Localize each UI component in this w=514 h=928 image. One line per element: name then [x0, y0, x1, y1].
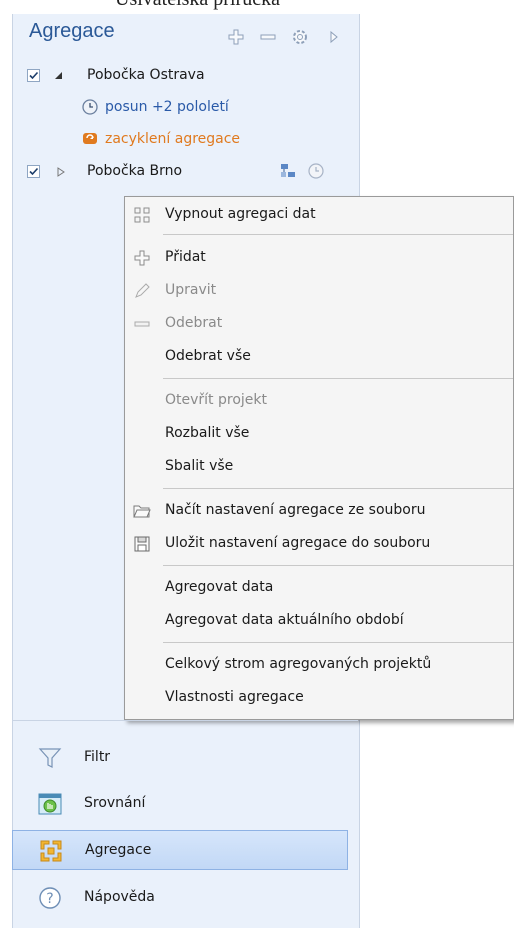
menu-item-agregovat-aktualni[interactable]: Agregovat data aktuálního období	[125, 607, 514, 635]
tree-item-label: posun +2 pololetí	[105, 99, 229, 115]
menu-item-odebrat[interactable]: Odebrat	[125, 310, 514, 338]
nav-item-label: Srovnání	[84, 795, 146, 811]
menu-item-label: Upravit	[165, 282, 217, 298]
panel-header: Agregace	[13, 14, 359, 58]
minus-icon	[133, 315, 151, 333]
menu-separator	[163, 642, 513, 643]
menu-item-otevrit-projekt[interactable]: Otevřít projekt	[125, 387, 514, 415]
panel-title: Agregace	[29, 20, 115, 42]
filter-icon	[38, 746, 62, 770]
menu-item-celkovy-strom[interactable]: Celkový strom agregovaných projektů	[125, 651, 514, 679]
network-icon[interactable]	[279, 162, 297, 180]
tree-item-label: Pobočka Ostrava	[87, 67, 205, 83]
menu-item-label: Agregovat data	[165, 579, 274, 595]
menu-item-label: Sbalit vše	[165, 458, 234, 474]
clock-icon	[81, 98, 99, 116]
nav-divider	[12, 720, 358, 721]
menu-item-label: Vypnout agregaci dat	[165, 206, 316, 222]
menu-item-label: Rozbalit vše	[165, 425, 250, 441]
menu-separator	[163, 488, 513, 489]
menu-separator	[163, 234, 513, 235]
menu-item-label: Celkový strom agregovaných projektů	[165, 656, 432, 672]
menu-item-vypnout-agregaci[interactable]: Vypnout agregaci dat	[125, 201, 514, 229]
nav-item-srovnani[interactable]: Srovnání	[12, 784, 348, 824]
tree-item-label: Pobočka Brno	[87, 163, 183, 179]
save-icon	[133, 535, 151, 553]
menu-separator	[163, 565, 513, 566]
context-menu: Vypnout agregaci dat Přidat Upravit Odeb…	[124, 196, 514, 720]
menu-item-label: Otevřít projekt	[165, 392, 267, 408]
document-title-clipped: Ušivatelská příručka	[0, 0, 514, 14]
clock-icon[interactable]	[307, 162, 325, 180]
plus-icon[interactable]	[227, 28, 245, 46]
menu-item-rozbalit-vse[interactable]: Rozbalit vše	[125, 420, 514, 448]
plus-icon	[133, 249, 151, 267]
menu-item-label: Odebrat	[165, 315, 223, 331]
aggregation-off-icon	[133, 206, 151, 224]
menu-item-label: Agregovat data aktuálního období	[165, 612, 404, 628]
menu-item-label: Vlastnosti agregace	[165, 689, 304, 705]
tree-item-posun[interactable]: posun +2 pololetí	[13, 95, 359, 123]
checkbox-checked[interactable]	[27, 69, 40, 82]
tree-item-pobocka-brno[interactable]: Pobočka Brno	[13, 159, 359, 187]
gear-icon[interactable]	[291, 28, 309, 46]
tree-item-zacykleni[interactable]: zacyklení agregace	[13, 127, 359, 155]
expanded-triangle-icon[interactable]	[53, 69, 65, 83]
cycle-warning-icon	[81, 130, 99, 148]
tree-item-label: zacyklení agregace	[105, 131, 241, 147]
comparison-icon	[38, 792, 62, 816]
minus-icon[interactable]	[259, 28, 277, 46]
aggregation-icon	[39, 839, 63, 863]
menu-item-pridat[interactable]: Přidat	[125, 244, 514, 272]
svg-text:?: ?	[46, 891, 53, 907]
nav-item-label: Agregace	[85, 842, 152, 858]
menu-item-ulozit-nastaveni[interactable]: Uložit nastavení agregace do souboru	[125, 530, 514, 558]
checkbox-checked[interactable]	[27, 165, 40, 178]
tree-item-pobocka-ostrava[interactable]: Pobočka Ostrava	[13, 63, 359, 91]
menu-item-nacist-nastaveni[interactable]: Načít nastavení agregace ze souboru	[125, 497, 514, 525]
collapsed-triangle-icon[interactable]	[55, 165, 67, 179]
nav-item-filtr[interactable]: Filtr	[12, 738, 348, 778]
collapse-arrow-icon[interactable]	[325, 28, 343, 46]
menu-item-label: Odebrat vše	[165, 348, 251, 364]
menu-item-label: Přidat	[165, 249, 206, 265]
menu-item-agregovat-data[interactable]: Agregovat data	[125, 574, 514, 602]
menu-item-upravit[interactable]: Upravit	[125, 277, 514, 305]
help-icon: ?	[38, 886, 62, 910]
folder-icon	[133, 502, 151, 520]
menu-item-label: Načít nastavení agregace ze souboru	[165, 502, 426, 518]
menu-item-vlastnosti[interactable]: Vlastnosti agregace	[125, 684, 514, 712]
nav-item-agregace[interactable]: Agregace	[12, 830, 348, 870]
menu-item-label: Uložit nastavení agregace do souboru	[165, 535, 431, 551]
menu-item-odebrat-vse[interactable]: Odebrat vše	[125, 343, 514, 371]
nav-item-napoveda[interactable]: ? Nápověda	[12, 878, 348, 918]
pencil-icon	[133, 282, 151, 300]
menu-separator	[163, 378, 513, 379]
document-title-text: Ušivatelská příručka	[115, 0, 280, 11]
nav-item-label: Filtr	[84, 749, 111, 765]
nav-item-label: Nápověda	[84, 889, 155, 905]
menu-item-sbalit-vse[interactable]: Sbalit vše	[125, 453, 514, 481]
